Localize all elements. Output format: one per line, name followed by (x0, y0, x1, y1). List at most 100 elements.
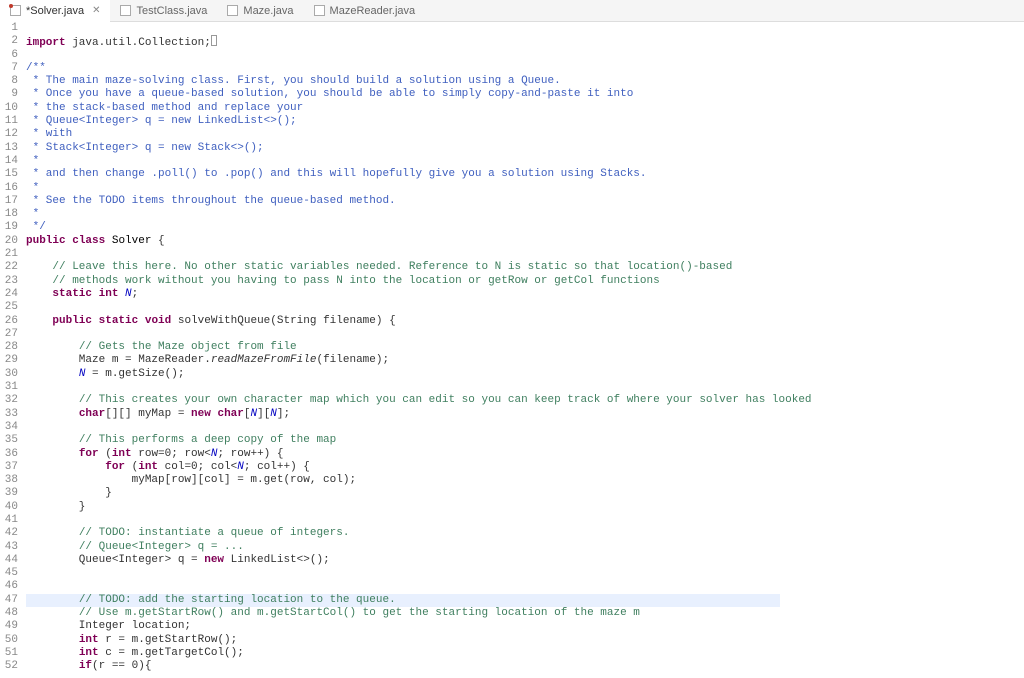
code-line[interactable]: * with (26, 128, 1024, 141)
code-line[interactable]: * See the TODO items throughout the queu… (26, 195, 1024, 208)
line-number: 31 (0, 381, 18, 394)
line-number: 30 (0, 368, 18, 381)
code-line[interactable]: * and then change .poll() to .pop() and … (26, 168, 1024, 181)
tab-testclassjava[interactable]: TestClass.java (110, 0, 217, 22)
line-number: 18 (0, 208, 18, 221)
line-number: 14 (0, 155, 18, 168)
code-line[interactable]: public class Solver { (26, 235, 1024, 248)
code-line[interactable]: Integer location; (26, 620, 1024, 633)
code-line[interactable]: import java.util.Collection; (26, 35, 1024, 48)
code-line[interactable]: if(r == 0){ (26, 660, 1024, 673)
code-line[interactable]: int r = m.getStartRow(); (26, 634, 1024, 647)
code-line[interactable]: * The main maze-solving class. First, yo… (26, 75, 1024, 88)
code-line[interactable]: static int N; (26, 288, 1024, 301)
line-number: 43 (0, 541, 18, 554)
line-number: 34 (0, 421, 18, 434)
code-line[interactable]: } (26, 487, 1024, 500)
line-number: 32 (0, 394, 18, 407)
code-line[interactable]: // Use m.getStartRow() and m.getStartCol… (26, 607, 1024, 620)
line-number-gutter: 1267891011121314151617181920212223242526… (0, 22, 24, 674)
tab-mazejava[interactable]: Maze.java (217, 0, 303, 22)
code-line[interactable]: * Stack<Integer> q = new Stack<>(); (26, 142, 1024, 155)
tab-label: *Solver.java (26, 5, 84, 17)
code-line[interactable]: public static void solveWithQueue(String… (26, 315, 1024, 328)
code-line[interactable]: * Queue<Integer> q = new LinkedList<>(); (26, 115, 1024, 128)
line-number: 52 (0, 660, 18, 673)
line-number: 10 (0, 102, 18, 115)
line-number: 11 (0, 115, 18, 128)
line-number: 27 (0, 328, 18, 341)
line-number: 33 (0, 408, 18, 421)
code-line[interactable]: */ (26, 221, 1024, 234)
code-line[interactable]: myMap[row][col] = m.get(row, col); (26, 474, 1024, 487)
code-line[interactable] (26, 49, 1024, 62)
code-line[interactable]: * Once you have a queue-based solution, … (26, 88, 1024, 101)
code-line[interactable] (26, 22, 1024, 35)
code-line[interactable]: Maze m = MazeReader.readMazeFromFile(fil… (26, 354, 1024, 367)
line-number: 22 (0, 261, 18, 274)
line-number: 13 (0, 142, 18, 155)
line-number: 45 (0, 567, 18, 580)
line-number: 36 (0, 448, 18, 461)
line-number: 26 (0, 315, 18, 328)
code-line[interactable]: for (int col=0; col<N; col++) { (26, 461, 1024, 474)
line-number: 16 (0, 182, 18, 195)
code-line[interactable]: // This performs a deep copy of the map (26, 434, 1024, 447)
code-line[interactable]: // Leave this here. No other static vari… (26, 261, 1024, 274)
tab-bar: *Solver.java ✕ TestClass.javaMaze.javaMaze… (0, 0, 1024, 22)
tab-mazereaderjava[interactable]: MazeReader.java (304, 0, 426, 22)
line-number: 39 (0, 487, 18, 500)
code-line[interactable] (26, 301, 1024, 314)
line-number: 24 (0, 288, 18, 301)
code-line[interactable]: // methods work without you having to pa… (26, 275, 1024, 288)
code-line[interactable]: int c = m.getTargetCol(); (26, 647, 1024, 660)
line-number: 49 (0, 620, 18, 633)
line-number: 40 (0, 501, 18, 514)
code-line[interactable]: // Queue<Integer> q = ... (26, 541, 1024, 554)
line-number: 46 (0, 580, 18, 593)
line-number: 25 (0, 301, 18, 314)
code-line[interactable]: * (26, 155, 1024, 168)
line-number: 19 (0, 221, 18, 234)
code-line[interactable]: * (26, 208, 1024, 221)
code-line[interactable]: // TODO: instantiate a queue of integers… (26, 527, 1024, 540)
code-line[interactable]: * (26, 182, 1024, 195)
close-icon[interactable]: ✕ (89, 5, 100, 16)
line-number: 29 (0, 354, 18, 367)
code-line[interactable] (26, 381, 1024, 394)
code-line[interactable] (26, 580, 1024, 593)
line-number: 51 (0, 647, 18, 660)
line-number: 47 (0, 594, 18, 607)
code-line[interactable]: // This creates your own character map w… (26, 394, 1024, 407)
code-line[interactable]: } (26, 501, 1024, 514)
line-number: 37 (0, 461, 18, 474)
code-line[interactable] (26, 514, 1024, 527)
code-line[interactable] (26, 421, 1024, 434)
line-number: 2 (0, 35, 18, 48)
code-line[interactable] (26, 248, 1024, 261)
line-number: 12 (0, 128, 18, 141)
code-line[interactable]: char[][] myMap = new char[N][N]; (26, 408, 1024, 421)
line-number: 1 (0, 22, 18, 35)
code-line[interactable]: /** (26, 62, 1024, 75)
line-number: 44 (0, 554, 18, 567)
editor[interactable]: 1267891011121314151617181920212223242526… (0, 22, 1024, 674)
code-line[interactable]: Queue<Integer> q = new LinkedList<>(); (26, 554, 1024, 567)
code-line[interactable]: // Gets the Maze object from file (26, 341, 1024, 354)
code-line[interactable]: for (int row=0; row<N; row++) { (26, 448, 1024, 461)
line-number: 50 (0, 634, 18, 647)
code-line[interactable]: N = m.getSize(); (26, 368, 1024, 381)
java-file-icon (120, 5, 131, 16)
line-number: 41 (0, 514, 18, 527)
line-number: 7 (0, 62, 18, 75)
tab-solverjava[interactable]: *Solver.java ✕ (0, 0, 110, 22)
line-number: 6 (0, 49, 18, 62)
code-line[interactable]: * the stack-based method and replace you… (26, 102, 1024, 115)
line-number: 15 (0, 168, 18, 181)
line-number: 23 (0, 275, 18, 288)
code-line[interactable] (26, 328, 1024, 341)
code-line[interactable] (26, 567, 1024, 580)
code-area[interactable]: import java.util.Collection; /** * The ma… (24, 22, 1024, 674)
java-file-icon (314, 5, 325, 16)
code-line[interactable]: // TODO: add the starting location to th… (26, 594, 780, 607)
